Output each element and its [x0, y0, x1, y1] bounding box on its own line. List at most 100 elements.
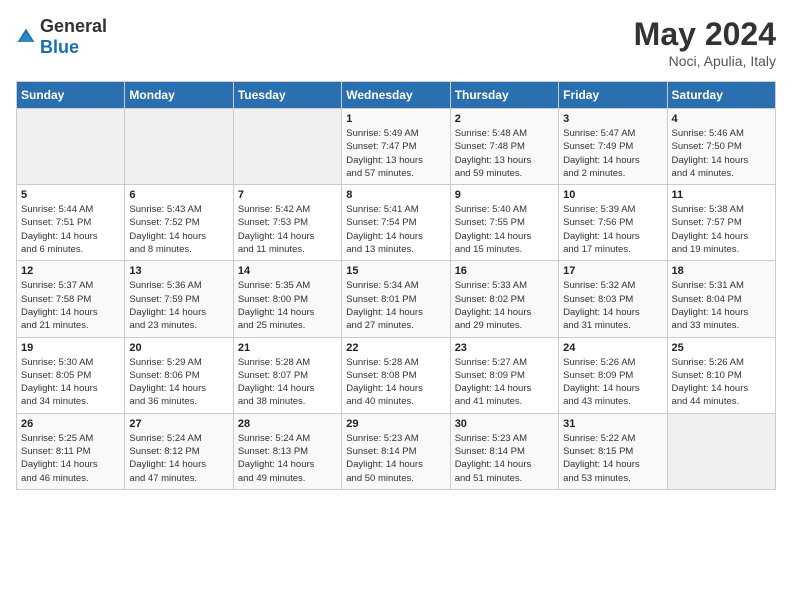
day-number: 12 — [21, 265, 120, 277]
day-number: 1 — [346, 113, 445, 125]
logo-text: General Blue — [40, 16, 107, 58]
day-info: Sunrise: 5:41 AMSunset: 7:54 PMDaylight:… — [346, 203, 445, 256]
header-saturday: Saturday — [667, 82, 775, 109]
day-info: Sunrise: 5:29 AMSunset: 8:06 PMDaylight:… — [129, 356, 228, 409]
calendar-location: Noci, Apulia, Italy — [634, 53, 776, 69]
calendar-table: Sunday Monday Tuesday Wednesday Thursday… — [16, 81, 776, 490]
day-info: Sunrise: 5:35 AMSunset: 8:00 PMDaylight:… — [238, 279, 337, 332]
header-wednesday: Wednesday — [342, 82, 450, 109]
table-row: 22Sunrise: 5:28 AMSunset: 8:08 PMDayligh… — [342, 337, 450, 413]
day-info: Sunrise: 5:30 AMSunset: 8:05 PMDaylight:… — [21, 356, 120, 409]
calendar-title: May 2024 — [634, 16, 776, 53]
day-number: 11 — [672, 189, 771, 201]
day-info: Sunrise: 5:24 AMSunset: 8:12 PMDaylight:… — [129, 432, 228, 485]
day-number: 27 — [129, 418, 228, 430]
day-number: 30 — [455, 418, 554, 430]
day-number: 20 — [129, 342, 228, 354]
day-number: 8 — [346, 189, 445, 201]
day-info: Sunrise: 5:24 AMSunset: 8:13 PMDaylight:… — [238, 432, 337, 485]
day-info: Sunrise: 5:23 AMSunset: 8:14 PMDaylight:… — [346, 432, 445, 485]
day-info: Sunrise: 5:36 AMSunset: 7:59 PMDaylight:… — [129, 279, 228, 332]
table-row: 25Sunrise: 5:26 AMSunset: 8:10 PMDayligh… — [667, 337, 775, 413]
day-info: Sunrise: 5:46 AMSunset: 7:50 PMDaylight:… — [672, 127, 771, 180]
day-info: Sunrise: 5:25 AMSunset: 8:11 PMDaylight:… — [21, 432, 120, 485]
table-row — [667, 413, 775, 489]
day-number: 10 — [563, 189, 662, 201]
day-info: Sunrise: 5:38 AMSunset: 7:57 PMDaylight:… — [672, 203, 771, 256]
table-row: 7Sunrise: 5:42 AMSunset: 7:53 PMDaylight… — [233, 185, 341, 261]
table-row: 1 Sunrise: 5:49 AMSunset: 7:47 PMDaylight… — [342, 109, 450, 185]
day-info: Sunrise: 5:44 AMSunset: 7:51 PMDaylight:… — [21, 203, 120, 256]
day-number: 26 — [21, 418, 120, 430]
table-row: 4 Sunrise: 5:46 AMSunset: 7:50 PMDaylight… — [667, 109, 775, 185]
table-row: 19 Sunrise: 5:30 AMSunset: 8:05 PMDayligh… — [17, 337, 125, 413]
day-number: 25 — [672, 342, 771, 354]
calendar-week-4: 19 Sunrise: 5:30 AMSunset: 8:05 PMDayligh… — [17, 337, 776, 413]
day-info: Sunrise: 5:28 AMSunset: 8:07 PMDaylight:… — [238, 356, 337, 409]
day-number: 31 — [563, 418, 662, 430]
day-info: Sunrise: 5:48 AMSunset: 7:48 PMDaylight:… — [455, 127, 554, 180]
day-info: Sunrise: 5:28 AMSunset: 8:08 PMDaylight:… — [346, 356, 445, 409]
table-row: 17 Sunrise: 5:32 AMSunset: 8:03 PMDayligh… — [559, 261, 667, 337]
day-number: 4 — [672, 113, 771, 125]
day-info: Sunrise: 5:37 AMSunset: 7:58 PMDaylight:… — [21, 279, 120, 332]
day-info: Sunrise: 5:39 AMSunset: 7:56 PMDaylight:… — [563, 203, 662, 256]
calendar-week-2: 5 Sunrise: 5:44 AMSunset: 7:51 PMDaylight… — [17, 185, 776, 261]
table-row: 12 Sunrise: 5:37 AMSunset: 7:58 PMDayligh… — [17, 261, 125, 337]
table-row: 20 Sunrise: 5:29 AMSunset: 8:06 PMDayligh… — [125, 337, 233, 413]
table-row: 29 Sunrise: 5:23 AMSunset: 8:14 PMDayligh… — [342, 413, 450, 489]
day-number: 6 — [129, 189, 228, 201]
day-number: 14 — [238, 265, 337, 277]
calendar-week-1: 1 Sunrise: 5:49 AMSunset: 7:47 PMDaylight… — [17, 109, 776, 185]
table-row: 5 Sunrise: 5:44 AMSunset: 7:51 PMDaylight… — [17, 185, 125, 261]
table-row: 21 Sunrise: 5:28 AMSunset: 8:07 PMDayligh… — [233, 337, 341, 413]
logo: General Blue — [16, 16, 107, 58]
table-row: 13Sunrise: 5:36 AMSunset: 7:59 PMDayligh… — [125, 261, 233, 337]
day-info: Sunrise: 5:32 AMSunset: 8:03 PMDaylight:… — [563, 279, 662, 332]
day-info: Sunrise: 5:43 AMSunset: 7:52 PMDaylight:… — [129, 203, 228, 256]
header-monday: Monday — [125, 82, 233, 109]
table-row: 15 Sunrise: 5:34 AMSunset: 8:01 PMDayligh… — [342, 261, 450, 337]
day-info: Sunrise: 5:47 AMSunset: 7:49 PMDaylight:… — [563, 127, 662, 180]
table-row — [17, 109, 125, 185]
day-number: 24 — [563, 342, 662, 354]
day-info: Sunrise: 5:23 AMSunset: 8:14 PMDaylight:… — [455, 432, 554, 485]
table-row: 3 Sunrise: 5:47 AMSunset: 7:49 PMDaylight… — [559, 109, 667, 185]
day-info: Sunrise: 5:26 AMSunset: 8:09 PMDaylight:… — [563, 356, 662, 409]
logo-icon — [16, 27, 36, 47]
day-number: 3 — [563, 113, 662, 125]
day-number: 28 — [238, 418, 337, 430]
day-number: 19 — [21, 342, 120, 354]
logo-blue: Blue — [40, 37, 79, 57]
day-info: Sunrise: 5:31 AMSunset: 8:04 PMDaylight:… — [672, 279, 771, 332]
table-row: 18 Sunrise: 5:31 AMSunset: 8:04 PMDayligh… — [667, 261, 775, 337]
day-number: 29 — [346, 418, 445, 430]
day-info: Sunrise: 5:40 AMSunset: 7:55 PMDaylight:… — [455, 203, 554, 256]
day-number: 2 — [455, 113, 554, 125]
day-info: Sunrise: 5:34 AMSunset: 8:01 PMDaylight:… — [346, 279, 445, 332]
day-info: Sunrise: 5:22 AMSunset: 8:15 PMDaylight:… — [563, 432, 662, 485]
header-thursday: Thursday — [450, 82, 558, 109]
table-row: 14 Sunrise: 5:35 AMSunset: 8:00 PMDayligh… — [233, 261, 341, 337]
header-friday: Friday — [559, 82, 667, 109]
table-row — [125, 109, 233, 185]
page-header: General Blue May 2024 Noci, Apulia, Ital… — [16, 16, 776, 69]
day-info: Sunrise: 5:33 AMSunset: 8:02 PMDaylight:… — [455, 279, 554, 332]
table-row: 23Sunrise: 5:27 AMSunset: 8:09 PMDayligh… — [450, 337, 558, 413]
day-number: 21 — [238, 342, 337, 354]
table-row: 31 Sunrise: 5:22 AMSunset: 8:15 PMDayligh… — [559, 413, 667, 489]
calendar-header-row: Sunday Monday Tuesday Wednesday Thursday… — [17, 82, 776, 109]
day-number: 7 — [238, 189, 337, 201]
day-number: 16 — [455, 265, 554, 277]
day-number: 17 — [563, 265, 662, 277]
logo-general: General — [40, 16, 107, 36]
day-number: 5 — [21, 189, 120, 201]
day-info: Sunrise: 5:49 AMSunset: 7:47 PMDaylight:… — [346, 127, 445, 180]
title-block: May 2024 Noci, Apulia, Italy — [634, 16, 776, 69]
header-sunday: Sunday — [17, 82, 125, 109]
day-number: 15 — [346, 265, 445, 277]
table-row: 11 Sunrise: 5:38 AMSunset: 7:57 PMDayligh… — [667, 185, 775, 261]
table-row: 6 Sunrise: 5:43 AMSunset: 7:52 PMDaylight… — [125, 185, 233, 261]
day-number: 18 — [672, 265, 771, 277]
table-row: 28 Sunrise: 5:24 AMSunset: 8:13 PMDayligh… — [233, 413, 341, 489]
